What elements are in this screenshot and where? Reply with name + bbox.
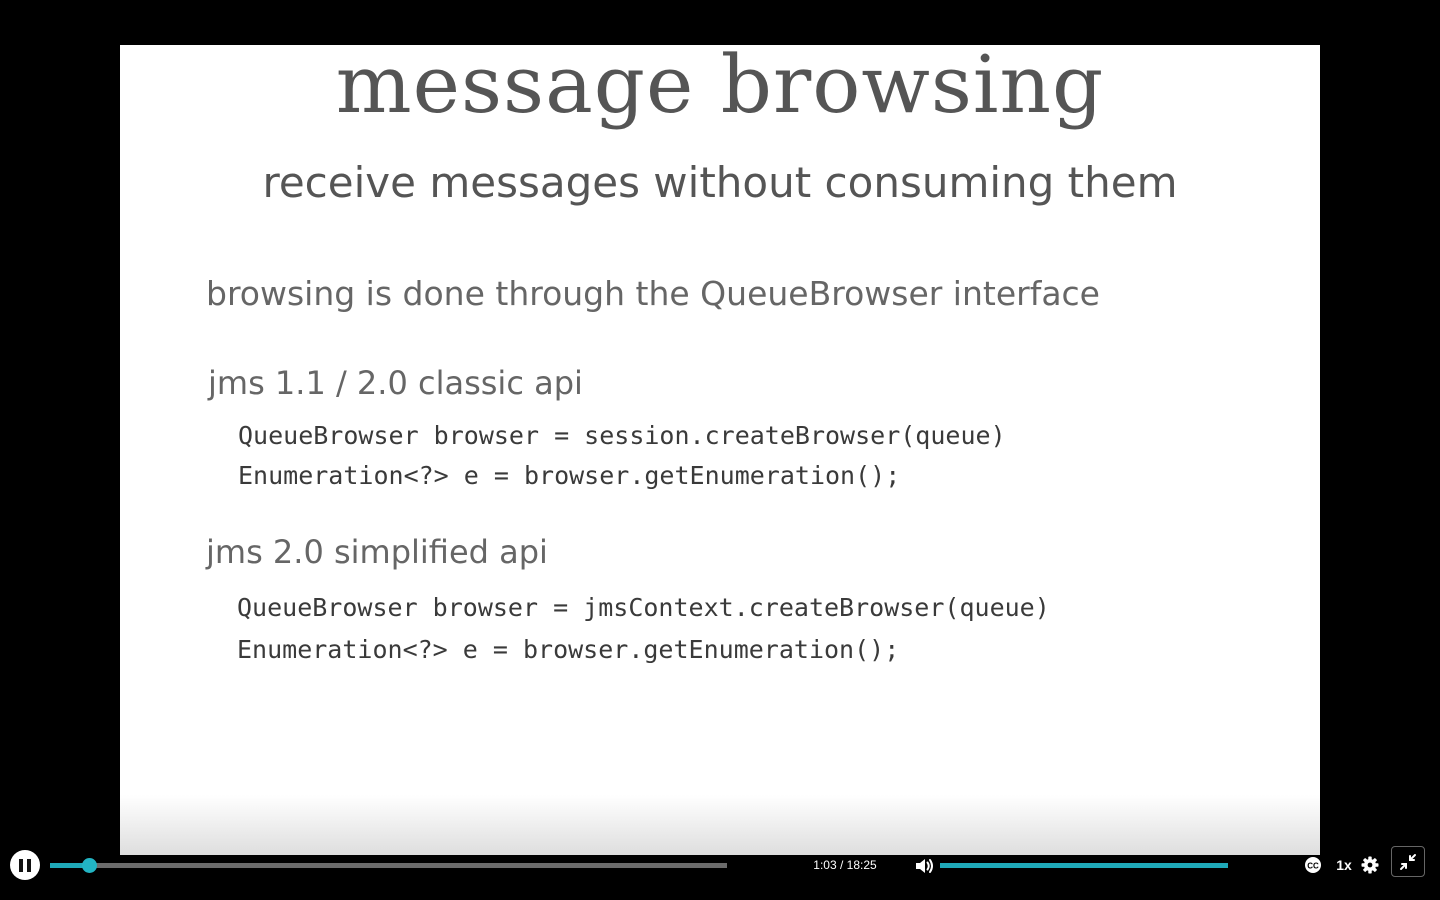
- closed-captions-icon: CC: [1305, 857, 1321, 873]
- section-heading-simplified-api: jms 2.0 simplified api: [206, 533, 548, 571]
- volume-icon: [916, 859, 933, 873]
- pause-icon: [17, 858, 33, 872]
- code-line: QueueBrowser browser = jmsContext.create…: [237, 593, 1050, 622]
- video-player[interactable]: message browsing receive messages withou…: [0, 0, 1440, 900]
- volume-slider[interactable]: [940, 863, 1228, 868]
- code-line: QueueBrowser browser = session.createBro…: [238, 421, 1006, 450]
- settings-button[interactable]: [1360, 855, 1380, 875]
- slide-lead-text: browsing is done through the QueueBrowse…: [206, 274, 1100, 313]
- gear-icon: [1361, 856, 1379, 874]
- time-display: 1:03 / 18:25: [813, 858, 877, 872]
- exit-fullscreen-button[interactable]: [1391, 846, 1425, 877]
- pause-button[interactable]: [10, 850, 40, 880]
- exit-fullscreen-icon: [1400, 853, 1416, 870]
- svg-text:CC: CC: [1307, 862, 1319, 871]
- section-heading-classic-api: jms 1.1 / 2.0 classic api: [208, 364, 583, 402]
- volume-button[interactable]: [913, 856, 935, 876]
- seek-bar[interactable]: [50, 858, 727, 873]
- code-line: Enumeration<?> e = browser.getEnumeratio…: [238, 461, 901, 490]
- seek-handle[interactable]: [82, 858, 97, 873]
- player-control-bar: 1:03 / 18:25 CC 1x: [0, 838, 1440, 892]
- slide-title: message browsing: [335, 45, 1105, 131]
- slide-subtitle: receive messages without consuming them: [262, 158, 1178, 207]
- volume-level: [940, 863, 1228, 868]
- playback-speed-button[interactable]: 1x: [1331, 855, 1357, 875]
- presentation-slide: message browsing receive messages withou…: [120, 45, 1320, 855]
- captions-button[interactable]: CC: [1303, 855, 1323, 875]
- code-line: Enumeration<?> e = browser.getEnumeratio…: [237, 635, 900, 664]
